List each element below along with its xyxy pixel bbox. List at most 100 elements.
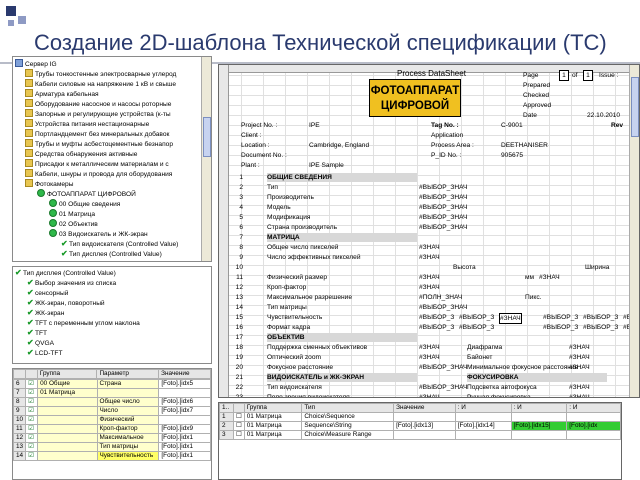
grid-header[interactable] <box>13 369 26 379</box>
grid-header[interactable]: Значение <box>393 403 456 413</box>
grid-header[interactable]: 1.. <box>219 403 234 413</box>
tree-item[interactable]: Фотокамеры <box>25 179 73 189</box>
datasheet-cell-v4[interactable]: #ВЫБОР_З <box>543 313 578 322</box>
table-cell[interactable]: Физический <box>96 415 160 425</box>
table-cell[interactable]: [Foto].[idx1 <box>158 451 211 461</box>
grid-header[interactable]: Тип <box>301 403 395 413</box>
table-cell[interactable] <box>393 412 456 422</box>
table-cell[interactable]: [Foto].[idx15] <box>510 421 568 431</box>
table-cell[interactable] <box>566 412 621 422</box>
datasheet-cell-v[interactable]: #ЗНАЧ <box>419 393 440 397</box>
table-row[interactable]: 14 ☑ Чувствительность [Foto].[idx1 <box>13 451 211 461</box>
table-cell[interactable] <box>454 430 512 440</box>
datasheet-cell-a[interactable]: ОБЩИЕ СВЕДЕНИЯ <box>267 173 417 182</box>
scrollbar-thumb[interactable] <box>203 117 211 157</box>
table-cell[interactable]: 01 Матрица <box>243 412 303 422</box>
row-checkbox[interactable]: ☑ <box>25 397 39 407</box>
table-row[interactable]: 12 ☑ Максимальное [Foto].[idx1 <box>13 433 211 443</box>
datasheet-cell-v[interactable]: #ВЫБОР_ЗНАЧ <box>419 183 467 192</box>
table-cell[interactable]: Sequence\String <box>301 421 395 431</box>
datasheet-cell-a[interactable]: МАТРИЦА <box>267 233 417 242</box>
checkbox-icon[interactable]: ☐ <box>236 432 242 439</box>
checkbox-icon[interactable]: ☐ <box>236 423 242 430</box>
datasheet-cell-v[interactable]: #ВЫБОР_ЗНАЧ <box>419 213 467 222</box>
datasheet-cell-a[interactable]: Поле зрения видоискателя <box>267 393 350 397</box>
tree-item[interactable]: 02 Объектив <box>49 219 98 229</box>
table-row[interactable]: 10 ☑ Физический <box>13 415 211 425</box>
datasheet-cell-v[interactable]: #ВЫБОР_ЗНАЧ <box>419 303 467 312</box>
datasheet-cell-v[interactable]: #ЗНАЧ <box>419 353 440 362</box>
grid-header[interactable]: Значение <box>158 369 211 379</box>
table-row[interactable]: 2 ☐ 01 Матрица Sequence\String [Foto].[idx13… <box>219 421 621 431</box>
datasheet-cell-a[interactable]: Производитель <box>267 193 314 202</box>
tree-item[interactable]: Кабели силовые на напряжение 1 кВ и свыш… <box>25 79 176 89</box>
grid-header[interactable]: : И <box>454 403 512 413</box>
datasheet-cell-v[interactable]: #ЗНАЧ <box>419 343 440 352</box>
table-cell[interactable]: 00 Общие <box>37 379 98 389</box>
datasheet-cell-rv[interactable]: #ЗНАЧ <box>569 343 590 352</box>
datasheet-cell-v[interactable]: #ВЫБОР_ЗНАЧ <box>419 193 467 202</box>
tree-item[interactable]: ✔Тип видоискателя (Controlled Value) <box>61 239 178 249</box>
list-item[interactable]: ✔TFT с переменным углом наклона <box>27 318 140 328</box>
table-cell[interactable]: 1 <box>219 412 234 422</box>
checkbox-icon[interactable]: ☑ <box>28 408 34 415</box>
page-number[interactable]: 1 <box>559 70 569 81</box>
table-row[interactable]: 3 ☐ 01 Матрица Choice\Measure Range <box>219 430 621 440</box>
table-cell[interactable]: 13 <box>13 442 27 452</box>
table-cell[interactable]: [Foto].[idx14] <box>454 421 512 431</box>
table-cell[interactable]: 12 <box>13 433 27 443</box>
table-cell[interactable]: 10 <box>13 415 27 425</box>
row-checkbox[interactable]: ☑ <box>25 388 39 398</box>
datasheet-cell-r[interactable]: Диафрагма <box>467 343 502 352</box>
datasheet-cell-v2[interactable]: #ВЫБОР_З <box>459 323 494 332</box>
checkbox-icon[interactable]: ☑ <box>28 390 34 397</box>
table-cell[interactable] <box>510 430 568 440</box>
datasheet-cell-rv[interactable]: #ЗНАЧ <box>569 383 590 392</box>
row-checkbox[interactable]: ☑ <box>25 451 39 461</box>
checkbox-icon[interactable]: ☑ <box>28 417 34 424</box>
checkbox-icon[interactable]: ☑ <box>28 381 34 388</box>
datasheet-cell-a[interactable]: Поддержка сменных объективов <box>267 343 367 352</box>
row-checkbox[interactable]: ☑ <box>25 406 39 416</box>
table-row[interactable]: 9 ☑ Число [Foto].[idx7 <box>13 406 211 416</box>
datasheet-cell-r[interactable]: Байонет <box>467 353 492 362</box>
table-row[interactable]: 7 ☑ 01 Матрица <box>13 388 211 398</box>
tree-item[interactable]: Запорные и регулирующие устройства (к-ты <box>25 109 171 119</box>
table-row[interactable]: 1 ☐ 01 Матрица Choice\Sequence <box>219 412 621 422</box>
table-cell[interactable]: [Foto].[idx7 <box>158 406 211 416</box>
datasheet-cell-a[interactable]: Страна производитель <box>267 223 337 232</box>
values-list-panel[interactable]: ✔Тип дисплея (Controlled Value) ✔Выбор з… <box>12 266 212 364</box>
list-item[interactable]: ✔ЖК-экран, поворотный <box>27 298 105 308</box>
scrollbar-thumb[interactable] <box>631 77 639 137</box>
page-total[interactable]: 1 <box>583 70 593 81</box>
datasheet-cell-rv[interactable]: #ЗНАЧ <box>569 363 590 372</box>
table-row[interactable]: 6 ☑ 00 Общие Страна [Foto].[idx5 <box>13 379 211 389</box>
table-cell[interactable]: [Foto].[idx5 <box>158 379 211 389</box>
list-item[interactable]: ✔QVGA <box>27 338 54 348</box>
table-cell[interactable]: 7 <box>13 388 27 398</box>
table-cell[interactable] <box>37 451 98 461</box>
table-cell[interactable]: [Foto].[idx1 <box>158 433 211 443</box>
datasheet-cell-a[interactable]: Число эффективных пикселей <box>267 253 361 262</box>
table-cell[interactable]: 2 <box>219 421 234 431</box>
datasheet-cell-h1[interactable]: Высота <box>453 263 476 272</box>
datasheet-cell-v[interactable]: #ЗНАЧ <box>419 283 440 292</box>
datasheet-cell-a[interactable]: ОБЪЕКТИВ <box>267 333 417 342</box>
tree-item[interactable]: Присадки к металлическим материалам и с <box>25 159 169 169</box>
list-item[interactable]: ✔Выбор значения из списка <box>27 278 116 288</box>
row-checkbox[interactable]: ☐ <box>232 430 245 440</box>
table-cell[interactable] <box>37 442 98 452</box>
datasheet-cell-a[interactable]: Чувствительность <box>267 313 322 322</box>
datasheet-cell-a[interactable]: Тип матрицы <box>267 303 307 312</box>
table-cell[interactable] <box>510 412 568 422</box>
tree-item[interactable]: Кабели, шнуры и провода для оборудования <box>25 169 172 179</box>
datasheet-scrollbar[interactable] <box>629 65 639 397</box>
datasheet-cell-a[interactable]: Тип <box>267 183 278 192</box>
table-cell[interactable] <box>393 430 456 440</box>
tree-item[interactable]: 03 Видоискатель и ЖК-экран <box>49 229 148 239</box>
datasheet-cell-a[interactable]: Фокусное расстояние <box>267 363 333 372</box>
table-cell[interactable]: 9 <box>13 406 27 416</box>
table-cell[interactable] <box>37 397 98 407</box>
table-cell[interactable]: Число <box>96 406 160 416</box>
datasheet-cell-v[interactable]: #ВЫБОР_ЗНАЧ <box>419 363 467 372</box>
